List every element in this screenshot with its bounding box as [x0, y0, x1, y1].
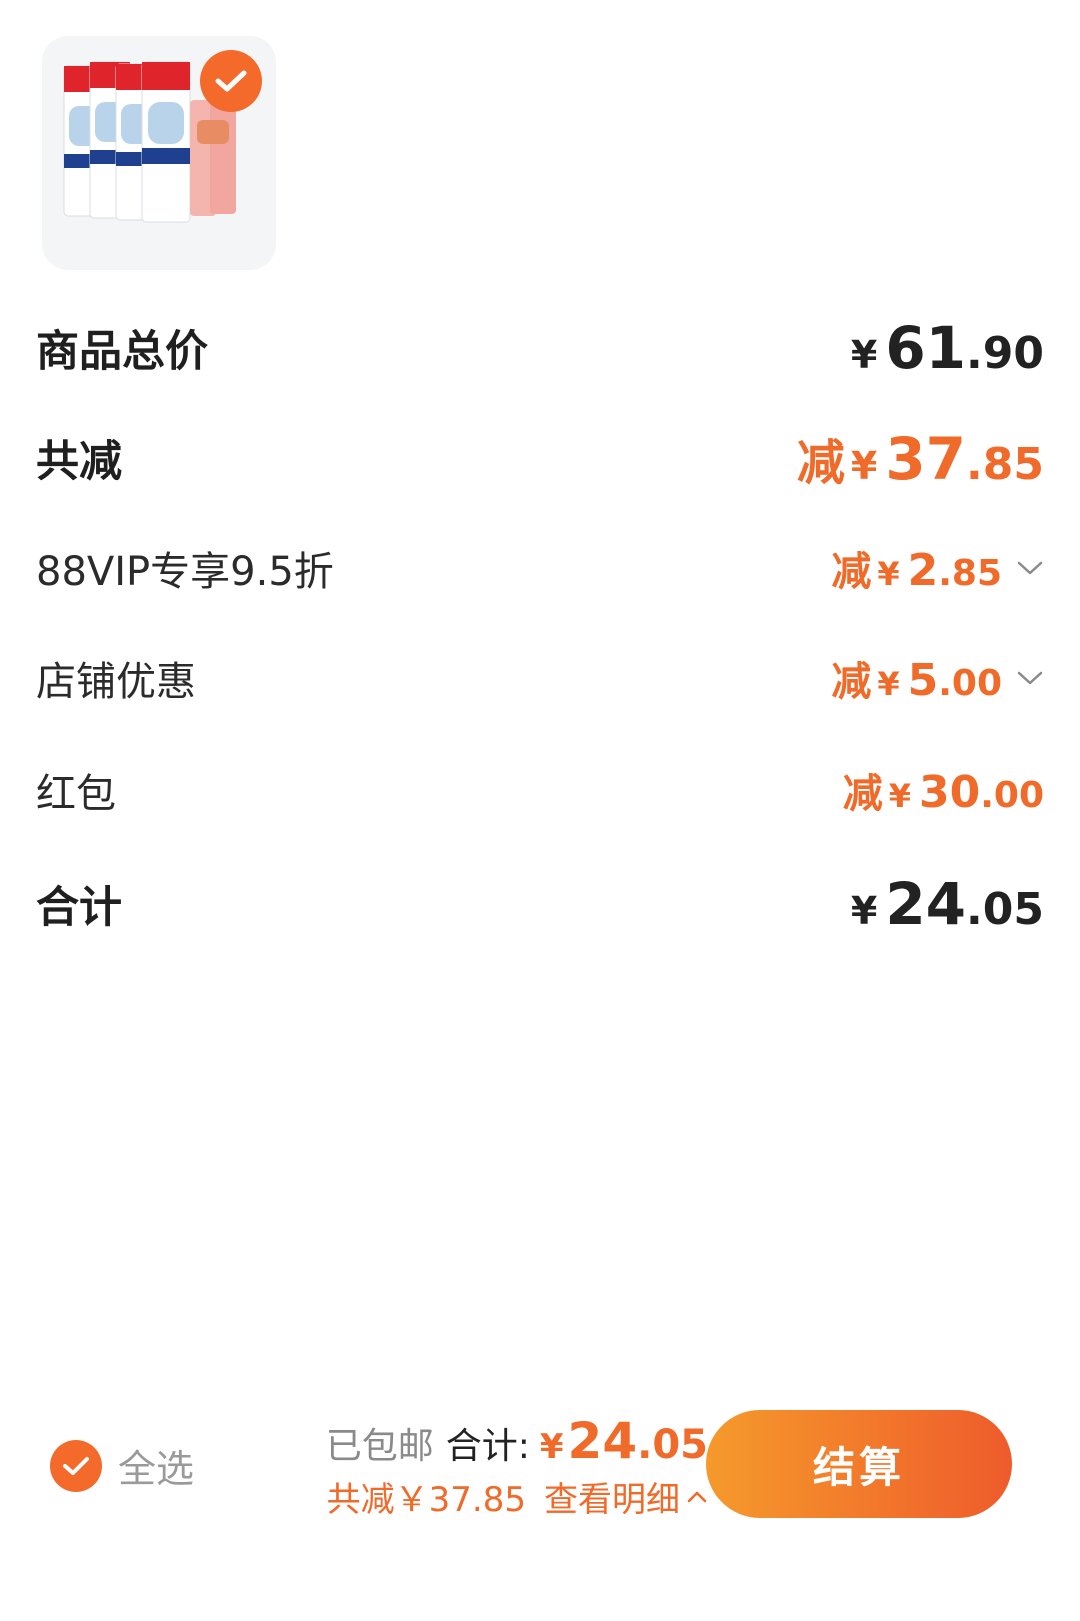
vip-discount-row[interactable]: 88VIP专享9.5折 减 ¥ 2 .85	[36, 528, 1044, 608]
discount-detail-link[interactable]: 共减￥37.85 查看明细	[326, 1472, 708, 1521]
chevron-up-icon[interactable]	[686, 1489, 708, 1505]
select-all-toggle[interactable]: 全选	[50, 1438, 194, 1493]
chevron-down-icon[interactable]	[1016, 668, 1044, 688]
store-discount-row[interactable]: 店铺优惠 减 ¥ 5 .00	[36, 638, 1044, 718]
checkout-bar: 全选 已包邮 合计: ¥ 24 .05 共减￥37.85 查看明细 结算	[0, 1400, 1080, 1550]
red-packet-row: 红包 减 ¥ 30 .00	[36, 750, 1044, 830]
order-summary: 已包邮 合计: ¥ 24 .05 共减￥37.85 查看明细	[326, 1412, 708, 1521]
checkmark-icon	[63, 1456, 89, 1475]
free-shipping-label: 已包邮	[325, 1426, 434, 1467]
store-discount-amount: 减 ¥ 5 .00	[831, 649, 1044, 707]
select-all-label: 全选	[118, 1447, 195, 1491]
total-label: 合计:	[445, 1426, 530, 1467]
store-discount-label: 店铺优惠	[36, 659, 196, 705]
view-details-link[interactable]: 查看明细	[544, 1472, 680, 1521]
item-selected-check[interactable]	[200, 50, 262, 112]
total-discount-amount: 减 ¥ 37 .85	[796, 425, 1044, 493]
subtotal-amount: ¥ 61 .90	[850, 314, 1044, 382]
red-packet-label: 红包	[36, 771, 116, 817]
subtotal-row: 商品总价 ¥ 61 .90	[36, 308, 1044, 388]
checkmark-icon	[215, 70, 247, 92]
subtotal-label: 商品总价	[36, 327, 208, 377]
grand-total-amount: ¥ 24 .05	[850, 870, 1044, 938]
total-discount-label: 共减	[36, 437, 122, 487]
select-all-check[interactable]	[50, 1439, 102, 1492]
grand-total-label: 合计	[36, 883, 122, 933]
chevron-down-icon[interactable]	[1016, 558, 1044, 578]
total-discount-row: 共减 减 ¥ 37 .85	[36, 418, 1044, 498]
grand-total-row: 合计 ¥ 24 .05	[36, 864, 1044, 944]
total-amount: ¥ 24 .05	[539, 1412, 708, 1470]
checkout-button[interactable]: 结算	[706, 1410, 1012, 1518]
red-packet-amount: 减 ¥ 30 .00	[842, 767, 1044, 818]
discount-summary-text: 共减￥37.85	[326, 1480, 526, 1520]
vip-discount-label: 88VIP专享9.5折	[36, 549, 334, 595]
vip-discount-amount: 减 ¥ 2 .85	[831, 539, 1044, 597]
